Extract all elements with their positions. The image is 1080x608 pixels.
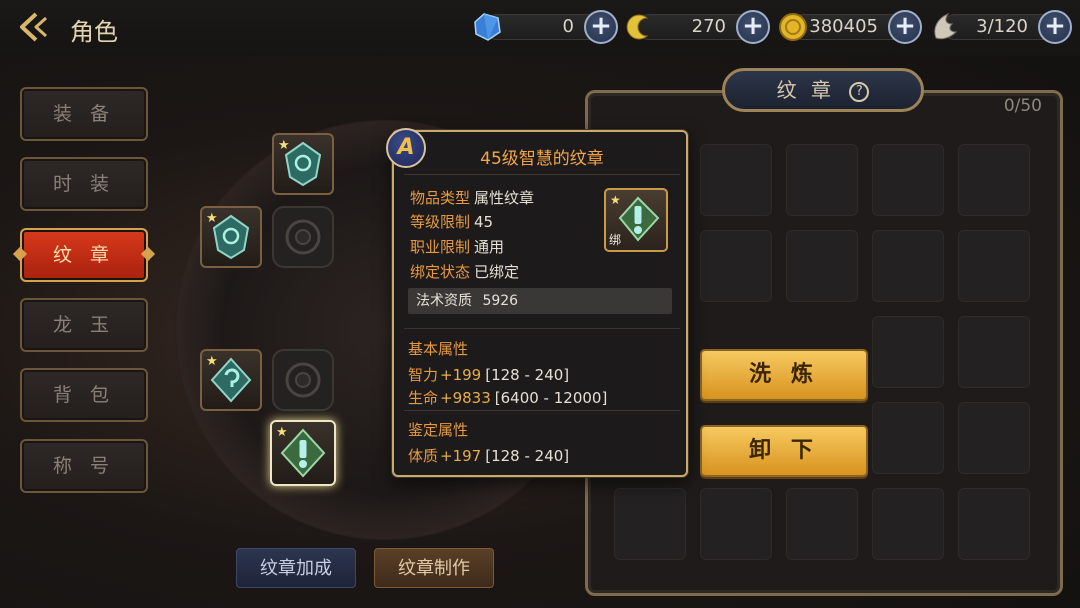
row-value: 45 (474, 213, 494, 231)
resource-wing: 3/120 + (928, 10, 1072, 44)
row-label: 等级限制 (410, 213, 471, 231)
menu-fashion[interactable]: 时 装 (20, 157, 148, 211)
inventory-slot[interactable] (872, 488, 944, 560)
inventory-slot[interactable] (958, 316, 1030, 388)
gold-coin-icon (779, 13, 807, 41)
item-type-row: 物品类型 属性纹章 (410, 187, 534, 208)
stat-range: [6400 - 12000] (494, 389, 608, 407)
coin-count: 380405 (809, 16, 878, 37)
row-value: 已绑定 (474, 263, 520, 281)
bind-status-row: 绑定状态 已绑定 (410, 261, 519, 282)
gold-crescent-icon (626, 14, 649, 40)
stat-bonus: +197 (440, 447, 482, 465)
row-label: 绑定状态 (410, 263, 471, 281)
divider (404, 174, 680, 175)
inventory-slot[interactable] (786, 488, 858, 560)
identify-attributes-title: 鉴定属性 (408, 421, 469, 439)
unequip-button[interactable]: 卸 下 (700, 425, 868, 477)
menu-bag[interactable]: 背 包 (20, 368, 148, 422)
inventory-slot[interactable] (872, 316, 944, 388)
basic-attributes-title: 基本属性 (408, 340, 469, 358)
crescent-count: 270 (691, 16, 726, 37)
inventory-slot[interactable] (958, 230, 1030, 302)
divider (404, 328, 680, 329)
wing-icon (934, 12, 958, 40)
row-value: 通用 (474, 238, 505, 256)
stamina-count: 3/120 (976, 16, 1028, 37)
inventory-slot[interactable] (958, 488, 1030, 560)
aptitude-value: 5926 (482, 293, 519, 309)
inventory-slot[interactable] (786, 144, 858, 216)
level-limit-row: 等级限制 45 (410, 211, 493, 232)
stat-row: 体质 +197 [128 - 240] (408, 445, 569, 466)
back-button[interactable] (16, 10, 52, 44)
resource-gem: 0 + (470, 10, 618, 44)
emblem-slot-empty[interactable] (272, 349, 334, 411)
row-label: 职业限制 (410, 238, 471, 256)
grade-badge: A (386, 128, 426, 168)
add-gem-button[interactable]: + (584, 10, 618, 44)
top-bar: 角色 0 + 270 + 380405 + 3/120 + (0, 0, 1080, 56)
inventory-slot[interactable] (872, 230, 944, 302)
resource-coin: 380405 + (776, 10, 922, 44)
empty-slot-icon (285, 362, 321, 398)
stat-name: 体质 (408, 447, 439, 465)
inventory-slot[interactable] (786, 230, 858, 302)
emblem-craft-button[interactable]: 纹章制作 (374, 548, 494, 588)
inventory-slot[interactable] (958, 144, 1030, 216)
inventory-slot[interactable] (872, 144, 944, 216)
emblem-slot-empty[interactable] (272, 206, 334, 268)
emblem-slot-3[interactable]: ★ (200, 349, 262, 411)
menu-dragon-jade[interactable]: 龙 玉 (20, 298, 148, 352)
stat-range: [128 - 240] (485, 366, 570, 384)
stat-row: 智力 +199 [128 - 240] (408, 364, 569, 385)
stat-name: 智力 (408, 366, 439, 384)
inventory-slot[interactable] (700, 144, 772, 216)
inventory-slot[interactable] (872, 402, 944, 474)
emblem-bonus-button[interactable]: 纹章加成 (236, 548, 356, 588)
menu-title[interactable]: 称 号 (20, 439, 148, 493)
bound-label: 绑 (609, 233, 622, 247)
star-icon: ★ (206, 354, 218, 369)
add-crescent-button[interactable]: + (736, 10, 770, 44)
emblem-slot-2[interactable]: ★ (200, 206, 262, 268)
back-arrow-icon (20, 12, 48, 42)
stat-range: [128 - 240] (485, 447, 570, 465)
menu-emblem[interactable]: 纹 章 (20, 228, 148, 282)
aptitude-label: 法术资质 (416, 293, 472, 309)
inventory-slot[interactable] (700, 488, 772, 560)
item-name: 45级智慧的纹章 (480, 149, 604, 169)
add-stamina-button[interactable]: + (1038, 10, 1072, 44)
star-icon: ★ (278, 138, 290, 153)
help-icon[interactable]: ? (849, 82, 870, 102)
page-title: 角色 (70, 18, 118, 46)
divider (404, 410, 680, 411)
inventory-slot[interactable] (958, 402, 1030, 474)
inventory-count: 0/50 (1003, 96, 1042, 116)
menu-equipment[interactable]: 装 备 (20, 87, 148, 141)
resource-crescent: 270 + (622, 10, 770, 44)
star-icon: ★ (276, 425, 288, 440)
emblem-slot-1[interactable]: ★ (272, 133, 334, 195)
row-value: 属性纹章 (474, 189, 535, 207)
empty-slot-icon (285, 219, 321, 255)
panel-title: 纹 章 (776, 78, 835, 102)
class-limit-row: 职业限制 通用 (410, 236, 504, 257)
row-label: 物品类型 (410, 189, 471, 207)
panel-header: 纹 章 ? (722, 68, 924, 112)
blue-gem-icon (474, 13, 501, 41)
tooltip-item-icon: ★ 绑 (604, 188, 668, 252)
aptitude-row: 法术资质 5926 (408, 288, 672, 314)
inventory-slot[interactable] (614, 488, 686, 560)
refine-button[interactable]: 洗 炼 (700, 349, 868, 401)
add-coin-button[interactable]: + (888, 10, 922, 44)
inventory-slot[interactable] (700, 230, 772, 302)
stat-bonus: +199 (440, 366, 482, 384)
star-icon: ★ (206, 211, 218, 226)
stat-name: 生命 (408, 389, 439, 407)
emblem-slot-selected[interactable]: ★ (270, 420, 336, 486)
stat-bonus: +9833 (440, 389, 491, 407)
gem-count: 0 (562, 16, 574, 37)
stat-row: 生命 +9833 [6400 - 12000] (408, 387, 607, 408)
